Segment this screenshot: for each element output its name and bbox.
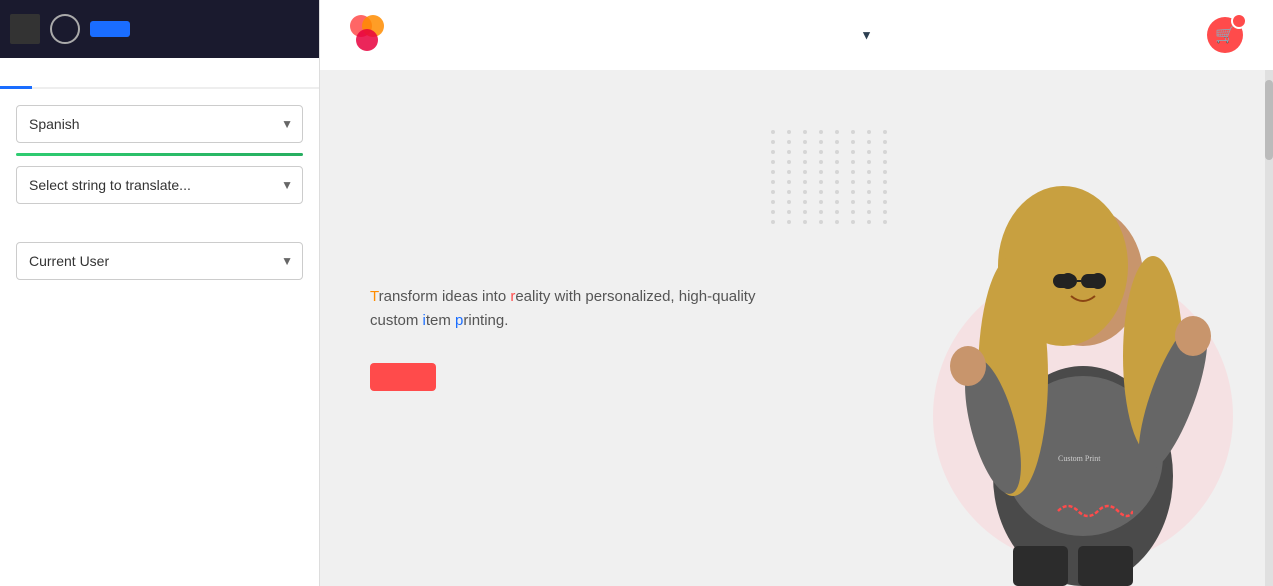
language-select[interactable]: Spanish French German Italian Portuguese <box>16 105 303 143</box>
nav-link-account[interactable]: ▾ <box>859 27 870 43</box>
dots-pattern: // Generate dots const dotsContainer = d… <box>771 130 893 224</box>
language-progress-bar <box>16 153 303 156</box>
undo-button[interactable] <box>279 214 287 222</box>
cart-badge <box>1231 13 1247 29</box>
top-bar <box>0 0 319 58</box>
hero-content: Transform ideas into reality with person… <box>370 265 1223 391</box>
get-started-button[interactable] <box>370 363 436 391</box>
decorative-wave <box>1053 496 1133 526</box>
language-dropdown-wrapper: Spanish French German Italian Portuguese… <box>16 105 303 143</box>
left-panel: Spanish French German Italian Portuguese… <box>0 0 320 586</box>
string-select[interactable]: Select string to translate... <box>16 166 303 204</box>
site-nav: ▾ 🛒 <box>320 0 1273 70</box>
logo-icon <box>350 15 390 55</box>
redo-button[interactable] <box>295 214 303 222</box>
svg-text:Custom Print: Custom Print <box>1058 454 1101 463</box>
cart-button[interactable]: 🛒 <box>1207 17 1243 53</box>
string-dropdown-wrapper: Select string to translate... ▼ <box>16 166 303 204</box>
save-button[interactable] <box>90 21 130 37</box>
nav-links: ▾ <box>438 27 1171 43</box>
logo <box>350 15 398 55</box>
right-panel: ▾ 🛒 Transform ideas into reality with pe… <box>320 0 1273 586</box>
panel-tabs <box>0 58 319 89</box>
view-as-dropdown-wrapper: Current User Guest Admin ▼ <box>16 242 303 280</box>
desc-t: T <box>370 288 379 305</box>
view-website-section: Current User Guest Admin ▼ <box>16 242 303 280</box>
close-button[interactable] <box>10 14 40 44</box>
account-dropdown-icon: ▾ <box>863 27 870 43</box>
undo-redo-bar <box>16 214 303 222</box>
hero-description: Transform ideas into reality with person… <box>370 285 770 333</box>
panel-content: Spanish French German Italian Portuguese… <box>0 89 319 586</box>
hero-section: Transform ideas into reality with person… <box>320 70 1273 586</box>
scrollbar[interactable] <box>1265 70 1273 586</box>
logo-circle-3 <box>356 29 378 51</box>
tab-string-translation[interactable] <box>32 58 64 87</box>
info-button[interactable] <box>50 14 80 44</box>
tab-translation-editor[interactable] <box>0 58 32 89</box>
view-as-select[interactable]: Current User Guest Admin <box>16 242 303 280</box>
nav-right: 🛒 <box>1191 17 1243 53</box>
scrollbar-thumb[interactable] <box>1265 80 1273 160</box>
